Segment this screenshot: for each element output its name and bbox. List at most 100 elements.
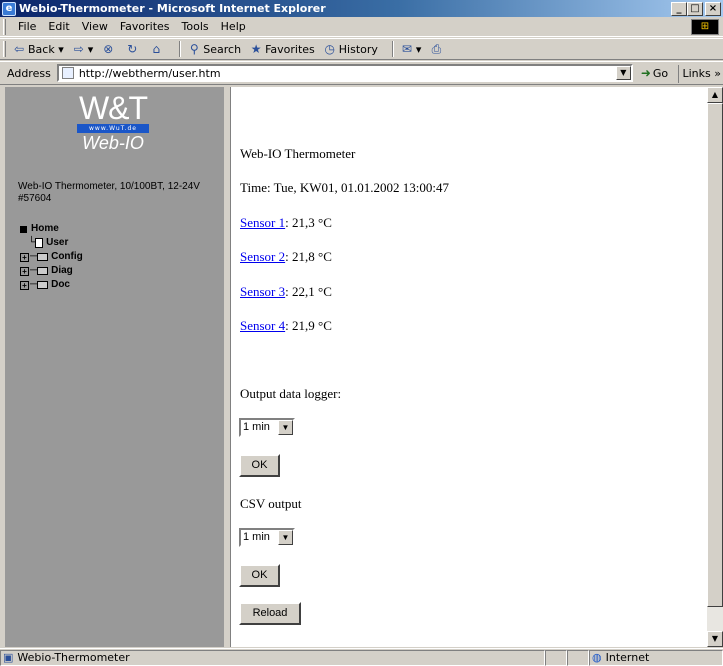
title-bar: e Webio-Thermometer - Microsoft Internet… — [0, 0, 723, 17]
windows-logo-icon: ⊞ — [691, 19, 719, 35]
sensor-value: : 22,1 °C — [285, 284, 332, 299]
address-bar: Address http://webtherm/user.htm ▼ ➜ Go L… — [0, 61, 723, 85]
go-label: Go — [652, 66, 669, 80]
mail-icon: ✉ — [401, 42, 412, 56]
square-bullet-icon — [20, 225, 27, 233]
expand-icon[interactable]: + — [20, 280, 29, 290]
back-arrow-icon: ⇦ — [13, 42, 25, 56]
nav-tree: Home └ User + ─ Config + ─ Diag + ─ Doc — [20, 222, 83, 292]
dropdown-arrow-icon: ▼ — [278, 530, 293, 545]
sensor-value: : 21,8 °C — [285, 249, 332, 264]
status-text-cell: ▣ Webio-Thermometer — [0, 649, 545, 666]
sensor-row: Sensor 2: 21,8 °C — [240, 249, 332, 265]
status-bar: ▣ Webio-Thermometer ◍ Internet — [0, 648, 723, 666]
globe-icon: ◍ — [592, 651, 602, 664]
dropdown-arrow-icon: ▼ — [278, 420, 293, 435]
device-info: Web-IO Thermometer, 10/100BT, 12-24V #57… — [18, 181, 223, 205]
status-zone-cell: ◍ Internet — [589, 649, 723, 666]
menu-favorites[interactable]: Favorites — [120, 20, 170, 33]
go-button[interactable]: ➜ Go — [641, 66, 668, 80]
tree-item-home[interactable]: Home — [20, 222, 83, 236]
toolbar-grip[interactable] — [3, 41, 6, 57]
tree-item-user[interactable]: └ User — [20, 236, 83, 250]
history-label: History — [338, 42, 378, 56]
favorites-button[interactable]: ★ Favorites — [249, 42, 315, 56]
window-title: Webio-Thermometer - Microsoft Internet E… — [19, 2, 326, 15]
sensor-link[interactable]: Sensor 4 — [240, 318, 285, 333]
reload-button[interactable]: Reload — [239, 602, 301, 625]
folder-icon — [37, 253, 49, 261]
mail-button[interactable]: ✉ ▾ — [400, 42, 422, 56]
history-button[interactable]: ◷ History — [323, 42, 378, 56]
back-label: Back — [28, 42, 55, 56]
logger-interval-select[interactable]: 1 min ▼ — [239, 418, 295, 437]
forward-button[interactable]: ⇨ ▾ — [72, 42, 94, 56]
address-dropdown-icon[interactable]: ▼ — [615, 66, 631, 80]
maximize-button[interactable]: □ — [687, 2, 703, 16]
tree-label: Config — [51, 251, 83, 262]
sensor-link[interactable]: Sensor 2 — [240, 249, 285, 264]
toolbar-grip[interactable] — [3, 18, 6, 35]
csv-label: CSV output — [240, 496, 302, 511]
folder-icon — [37, 281, 49, 289]
favorites-icon: ★ — [250, 42, 262, 56]
tree-item-doc[interactable]: + ─ Doc — [20, 278, 83, 292]
logger-ok-button[interactable]: OK — [239, 454, 280, 477]
links-button[interactable]: Links » — [677, 65, 723, 83]
standard-toolbar: ⇦ Back ▾ ⇨ ▾ ⊗ ↻ ⌂ ⚲ Search ★ Favorites ◷ His… — [0, 38, 723, 60]
menu-help[interactable]: Help — [221, 20, 246, 33]
menu-tools[interactable]: Tools — [182, 20, 209, 33]
go-arrow-icon: ➜ — [640, 66, 651, 80]
logger-label: Output data logger: — [240, 386, 342, 401]
status-text: Webio-Thermometer — [17, 651, 130, 664]
tree-item-diag[interactable]: + ─ Diag — [20, 264, 83, 278]
page-heading: Web-IO Thermometer — [240, 146, 356, 161]
wt-logo: W&T www.WuT.de Web-IO — [77, 90, 149, 153]
scroll-up-button[interactable]: ▲ — [707, 87, 723, 103]
ie-icon: e — [2, 1, 16, 16]
scroll-down-button[interactable]: ▼ — [707, 631, 723, 647]
sensor-link[interactable]: Sensor 1 — [240, 215, 285, 230]
menu-edit[interactable]: Edit — [48, 20, 69, 33]
toolbar-separator — [391, 41, 394, 57]
tree-label: Diag — [51, 265, 73, 276]
print-icon: ⎙ — [431, 42, 442, 56]
sensor-row: Sensor 1: 21,3 °C — [240, 215, 332, 231]
expand-icon[interactable]: + — [20, 266, 29, 276]
refresh-button[interactable]: ↻ — [125, 42, 141, 56]
back-button[interactable]: ⇦ Back ▾ — [12, 42, 64, 56]
tree-label: Home — [31, 223, 59, 234]
close-button[interactable]: × — [705, 2, 721, 16]
product-text: Web-IO — [82, 133, 144, 153]
toolbar-separator — [179, 41, 182, 57]
expand-icon[interactable]: + — [20, 252, 29, 262]
minimize-button[interactable]: _ — [671, 2, 687, 16]
sensor-link[interactable]: Sensor 3 — [240, 284, 285, 299]
page-icon — [61, 67, 74, 79]
tree-label: Doc — [51, 279, 70, 290]
brand-text: W&T — [78, 90, 148, 126]
forward-arrow-icon: ⇨ — [73, 42, 84, 56]
navigation-frame: W&T www.WuT.de Web-IO Web-IO Thermometer… — [5, 87, 227, 647]
address-url: http://webtherm/user.htm — [78, 66, 221, 80]
sensor-row: Sensor 4: 21,9 °C — [240, 318, 332, 334]
select-value: 1 min — [243, 421, 270, 433]
scroll-thumb[interactable] — [707, 103, 723, 607]
tree-item-config[interactable]: + ─ Config — [20, 250, 83, 264]
sensor-value: : 21,3 °C — [285, 215, 332, 230]
device-number: #57604 — [18, 193, 52, 204]
refresh-icon: ↻ — [127, 42, 138, 56]
stop-button[interactable]: ⊗ — [101, 42, 117, 56]
home-button[interactable]: ⌂ — [149, 42, 165, 56]
print-button[interactable]: ⎙ — [429, 42, 445, 56]
search-button[interactable]: ⚲ Search — [187, 42, 241, 56]
csv-ok-button[interactable]: OK — [239, 564, 280, 587]
menu-view[interactable]: View — [82, 20, 108, 33]
history-icon: ◷ — [324, 42, 336, 56]
menu-file[interactable]: File — [18, 20, 36, 33]
csv-interval-select[interactable]: 1 min ▼ — [239, 528, 295, 547]
address-input[interactable]: http://webtherm/user.htm ▼ — [56, 64, 633, 82]
select-value: 1 min — [243, 531, 270, 543]
vertical-scrollbar[interactable]: ▲ ▼ — [707, 87, 723, 647]
device-model: Web-IO Thermometer, 10/100BT, 12-24V — [18, 181, 200, 192]
